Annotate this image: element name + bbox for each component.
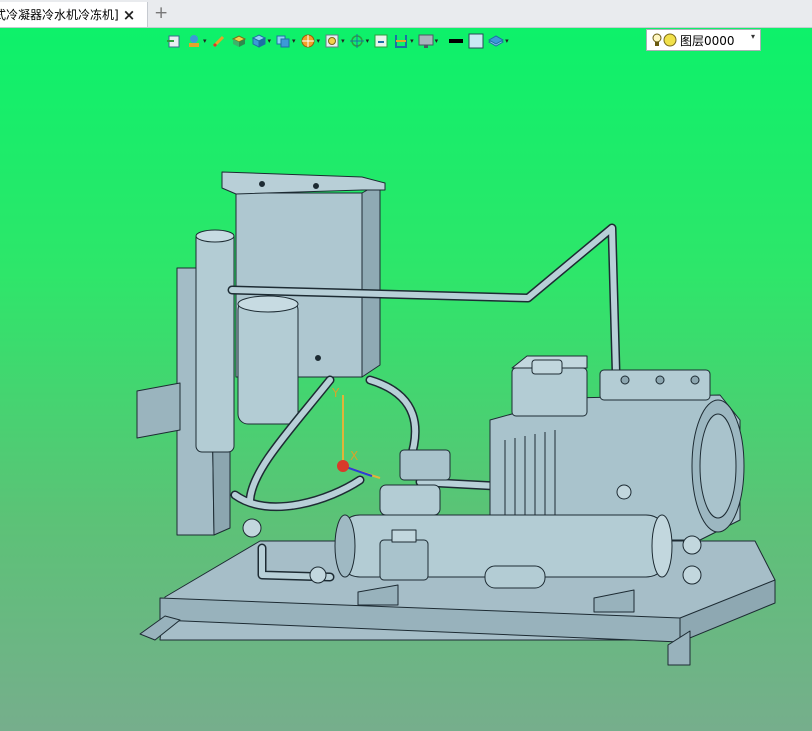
view-toolbar: ▾ ▾ ▾ ▾ ▾ ▾ ▾ ▾ ▾ — [166, 30, 513, 52]
layer-label: 图层0000 — [680, 33, 735, 48]
coordinate-triad — [337, 395, 381, 479]
layer-color-icon — [663, 32, 677, 48]
bulb-icon — [651, 32, 663, 48]
orbit-button[interactable]: ▾ — [349, 31, 370, 51]
new-tab-button[interactable]: + — [154, 3, 168, 23]
close-icon[interactable]: × — [123, 6, 136, 24]
tab-title: 式冷凝器冷水机冷冻机] — [0, 8, 119, 22]
line-color-icon — [448, 33, 464, 49]
fill-color-button[interactable] — [468, 31, 484, 51]
fill-color-icon — [468, 33, 484, 49]
render-sphere-icon — [300, 33, 316, 49]
display-style-button[interactable]: ▾ — [488, 31, 509, 51]
dropdown-arrow: ▾ — [267, 37, 272, 45]
zoom-box-button[interactable]: ▾ — [324, 31, 345, 51]
3d-viewport[interactable]: X Y — [0, 28, 812, 731]
render-button[interactable]: ▾ — [300, 31, 321, 51]
view-cube-button[interactable]: ▾ — [275, 31, 296, 51]
model-tree-icon — [186, 33, 202, 49]
dropdown-arrow: ▾ — [341, 37, 345, 45]
document-tab[interactable]: 式冷凝器冷水机冷冻机] × — [0, 2, 148, 27]
cube-icon — [251, 33, 267, 49]
tab-bar: 式冷凝器冷水机冷冻机] × + — [0, 0, 812, 28]
section-view-icon — [393, 33, 409, 49]
dropdown-arrow: ▾ — [505, 37, 509, 45]
monitor-icon — [418, 33, 434, 49]
dropdown-arrow: ▾ — [410, 37, 414, 45]
dropdown-arrow: ▾ — [203, 37, 207, 45]
refrigeration-unit-model: X Y — [136, 171, 776, 666]
chevron-down-icon: ▾ — [750, 32, 755, 41]
fit-view-icon — [373, 33, 389, 49]
dropdown-arrow: ▾ — [292, 37, 296, 45]
dropdown-arrow: ▾ — [316, 37, 321, 45]
sketch-button[interactable] — [211, 31, 227, 51]
cube-button[interactable]: ▾ — [251, 31, 272, 51]
triad-y-label: Y — [331, 386, 340, 400]
compressor — [489, 355, 745, 541]
import-icon — [166, 33, 182, 49]
pencil-icon — [211, 33, 227, 49]
shaded-button[interactable] — [231, 31, 247, 51]
fit-view-button[interactable] — [373, 31, 389, 51]
display-style-icon — [488, 33, 505, 49]
model-tree-button[interactable]: ▾ — [186, 31, 207, 51]
section-view-button[interactable]: ▾ — [393, 31, 414, 51]
display-button[interactable]: ▾ — [418, 31, 439, 51]
view-cube-icon — [275, 33, 291, 49]
layer-selector[interactable]: 图层0000 ▾ — [646, 29, 761, 51]
import-button[interactable] — [166, 31, 182, 51]
triad-x-label: X — [350, 449, 358, 463]
line-color-button[interactable] — [448, 31, 464, 51]
shaded-box-icon — [231, 33, 247, 49]
dropdown-arrow: ▾ — [365, 37, 370, 45]
orbit-icon — [349, 33, 365, 49]
receiver-tank — [195, 231, 235, 453]
dropdown-arrow: ▾ — [434, 37, 439, 45]
zoom-box-icon — [324, 33, 340, 49]
